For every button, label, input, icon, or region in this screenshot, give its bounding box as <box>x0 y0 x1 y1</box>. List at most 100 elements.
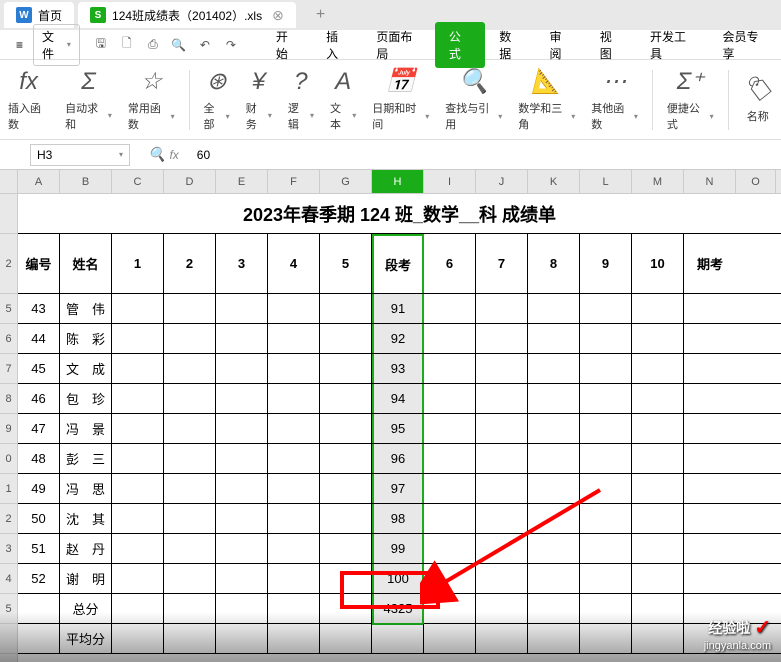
cell[interactable]: 43 <box>18 294 60 323</box>
cell[interactable] <box>580 624 632 653</box>
col-header[interactable]: O <box>736 170 776 193</box>
total-label[interactable]: 总分 <box>60 594 112 623</box>
cell[interactable] <box>476 564 528 593</box>
cell[interactable] <box>684 474 736 503</box>
cell[interactable] <box>268 474 320 503</box>
row-header[interactable]: 8 <box>0 384 17 414</box>
cell[interactable] <box>528 444 580 473</box>
col-header[interactable]: G <box>320 170 372 193</box>
cell[interactable]: 95 <box>372 414 424 443</box>
spreadsheet-grid[interactable]: A B C D E F G H I J K L M N O 2023年春季期 1… <box>18 170 781 662</box>
cell[interactable] <box>684 444 736 473</box>
row-header[interactable]: 4 <box>0 564 17 594</box>
cell[interactable] <box>164 384 216 413</box>
cell[interactable] <box>268 504 320 533</box>
cell[interactable] <box>476 444 528 473</box>
cell[interactable] <box>632 474 684 503</box>
cell[interactable] <box>164 564 216 593</box>
cell[interactable] <box>216 354 268 383</box>
cell[interactable] <box>216 534 268 563</box>
cell[interactable] <box>580 594 632 623</box>
header-cell[interactable]: 期考 <box>684 234 736 293</box>
tab-formula[interactable]: 公式 <box>435 22 485 68</box>
cell[interactable] <box>268 384 320 413</box>
cell[interactable] <box>424 444 476 473</box>
name-button[interactable]: 🏷 名称 <box>735 64 781 135</box>
cell[interactable] <box>684 294 736 323</box>
cell[interactable] <box>632 414 684 443</box>
col-header[interactable]: H <box>372 170 424 193</box>
cell[interactable]: 冯 景 <box>60 414 112 443</box>
row-header[interactable]: 6 <box>0 324 17 354</box>
cell[interactable]: 赵 丹 <box>60 534 112 563</box>
hamburger-button[interactable]: ≡ <box>8 34 31 56</box>
cell[interactable]: 93 <box>372 354 424 383</box>
cell[interactable] <box>424 324 476 353</box>
cell[interactable]: 99 <box>372 534 424 563</box>
cell[interactable] <box>320 564 372 593</box>
row-header[interactable]: 3 <box>0 534 17 564</box>
cell[interactable] <box>112 414 164 443</box>
cell[interactable]: 94 <box>372 384 424 413</box>
cell[interactable] <box>216 564 268 593</box>
math-button[interactable]: 📐 数学和三角▾ <box>510 64 583 135</box>
tab-review[interactable]: 审阅 <box>535 22 585 68</box>
cell[interactable] <box>320 594 372 623</box>
cell[interactable] <box>216 504 268 533</box>
cell[interactable] <box>112 444 164 473</box>
cell[interactable]: 45 <box>18 354 60 383</box>
cell[interactable] <box>216 474 268 503</box>
cell[interactable] <box>216 444 268 473</box>
tab-dev[interactable]: 开发工具 <box>636 22 709 68</box>
cell[interactable] <box>164 414 216 443</box>
cell[interactable]: 彭 三 <box>60 444 112 473</box>
select-all-corner[interactable] <box>0 170 17 194</box>
cell[interactable] <box>476 384 528 413</box>
cell[interactable] <box>216 324 268 353</box>
cell[interactable] <box>268 414 320 443</box>
cell[interactable]: 52 <box>18 564 60 593</box>
undo-icon[interactable]: ↶ <box>196 36 214 54</box>
cell[interactable] <box>320 354 372 383</box>
cell[interactable] <box>164 624 216 653</box>
redo-icon[interactable]: ↷ <box>222 36 240 54</box>
col-header[interactable]: A <box>18 170 60 193</box>
cell[interactable]: 谢 明 <box>60 564 112 593</box>
cell[interactable] <box>424 294 476 323</box>
cell[interactable] <box>632 534 684 563</box>
cell[interactable] <box>632 294 684 323</box>
cell[interactable] <box>112 294 164 323</box>
frequent-button[interactable]: ☆ 常用函数▾ <box>120 64 183 135</box>
cell[interactable] <box>476 324 528 353</box>
save-icon[interactable]: 🖫 <box>92 36 110 54</box>
cell[interactable] <box>164 534 216 563</box>
col-header[interactable]: C <box>112 170 164 193</box>
cell[interactable] <box>580 414 632 443</box>
other-button[interactable]: ⋯ 其他函数▾ <box>583 64 646 135</box>
all-button[interactable]: ⊛ 全部▾ <box>196 64 238 135</box>
row-header[interactable]: 1 <box>0 474 17 504</box>
cell[interactable]: 46 <box>18 384 60 413</box>
autosum-button[interactable]: Σ 自动求和▾ <box>57 64 120 135</box>
cell[interactable] <box>216 594 268 623</box>
cell[interactable] <box>528 414 580 443</box>
cell[interactable] <box>580 444 632 473</box>
tab-data[interactable]: 数据 <box>485 22 535 68</box>
cell[interactable] <box>528 594 580 623</box>
cell[interactable] <box>684 564 736 593</box>
cell[interactable]: 50 <box>18 504 60 533</box>
cell[interactable] <box>528 354 580 383</box>
cell[interactable] <box>268 354 320 383</box>
cell[interactable] <box>580 324 632 353</box>
cell[interactable] <box>372 624 424 653</box>
cell[interactable] <box>580 534 632 563</box>
header-cell[interactable]: 2 <box>164 234 216 293</box>
cell[interactable] <box>320 534 372 563</box>
cell[interactable] <box>632 594 684 623</box>
cell[interactable] <box>112 594 164 623</box>
cell[interactable] <box>632 564 684 593</box>
cell[interactable]: 49 <box>18 474 60 503</box>
cell[interactable]: 51 <box>18 534 60 563</box>
col-header[interactable]: J <box>476 170 528 193</box>
cell[interactable] <box>684 414 736 443</box>
